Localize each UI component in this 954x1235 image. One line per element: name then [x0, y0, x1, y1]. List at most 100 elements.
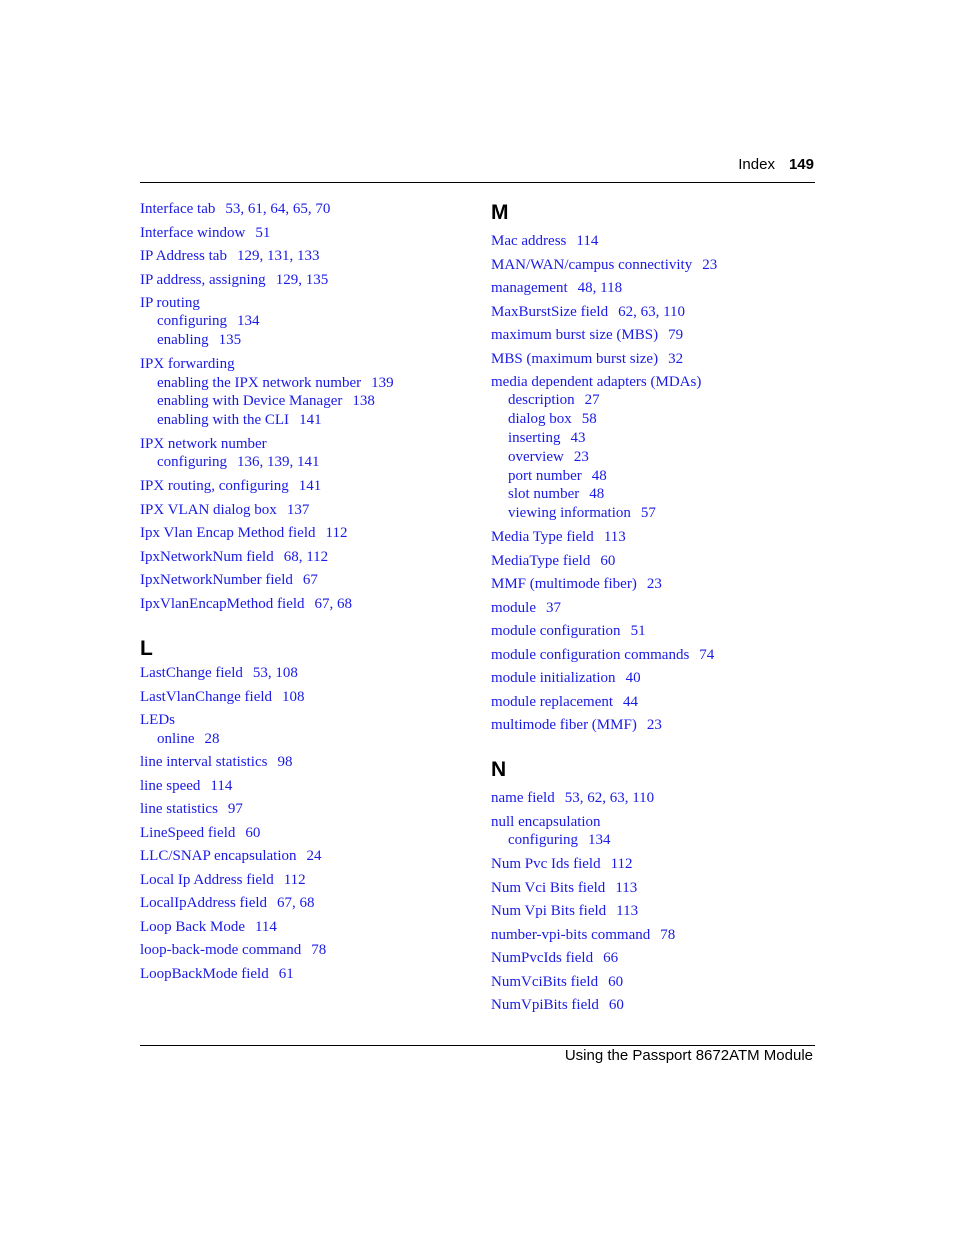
index-page-refs[interactable]: 114 [210, 778, 232, 794]
index-page-refs[interactable]: 23 [574, 449, 589, 465]
index-entry-link[interactable]: media dependent adapters (MDAs) [491, 374, 821, 391]
index-page-refs[interactable]: 23 [702, 257, 717, 273]
index-entry-link[interactable]: module configuration 51 [491, 623, 821, 640]
index-entry-link[interactable]: maximum burst size (MBS) 79 [491, 327, 821, 344]
index-entry-link[interactable]: Loop Back Mode 114 [140, 919, 470, 936]
index-entry-link[interactable]: IPX routing, configuring 141 [140, 478, 470, 495]
index-entry-link[interactable]: MMF (multimode fiber) 23 [491, 576, 821, 593]
index-page-refs[interactable]: 141 [299, 412, 322, 428]
index-entry-link[interactable]: MBS (maximum burst size) 32 [491, 351, 821, 368]
index-page-refs[interactable]: 97 [228, 801, 243, 817]
index-page-refs[interactable]: 78 [311, 942, 326, 958]
index-entry-link[interactable]: MediaType field 60 [491, 553, 821, 570]
index-subentry-link[interactable]: description 27 [491, 391, 821, 410]
index-entry-link[interactable]: LLC/SNAP encapsulation 24 [140, 848, 470, 865]
index-page-refs[interactable]: 48, 118 [578, 280, 622, 296]
index-page-refs[interactable]: 112 [326, 525, 348, 541]
index-page-refs[interactable]: 28 [205, 731, 220, 747]
index-entry-link[interactable]: management 48, 118 [491, 280, 821, 297]
index-subentry-link[interactable]: configuring 134 [491, 831, 821, 850]
index-page-refs[interactable]: 66 [603, 950, 618, 966]
index-subentry-link[interactable]: enabling with Device Manager 138 [140, 392, 470, 411]
index-page-refs[interactable]: 134 [237, 313, 260, 329]
index-page-refs[interactable]: 114 [255, 919, 277, 935]
index-page-refs[interactable]: 51 [631, 623, 646, 639]
index-page-refs[interactable]: 23 [647, 717, 662, 733]
index-entry-link[interactable]: loop-back-mode command 78 [140, 942, 470, 959]
index-page-refs[interactable]: 74 [699, 647, 714, 663]
index-entry-link[interactable]: IPX VLAN dialog box 137 [140, 502, 470, 519]
index-page-refs[interactable]: 51 [255, 225, 270, 241]
index-page-refs[interactable]: 98 [277, 754, 292, 770]
index-page-refs[interactable]: 79 [668, 327, 683, 343]
index-entry-link[interactable]: number-vpi-bits command 78 [491, 927, 821, 944]
index-page-refs[interactable]: 37 [546, 600, 561, 616]
index-entry-link[interactable]: line interval statistics 98 [140, 754, 470, 771]
index-entry-link[interactable]: line speed 114 [140, 778, 470, 795]
index-entry-link[interactable]: Num Pvc Ids field 112 [491, 856, 821, 873]
index-entry-link[interactable]: name field 53, 62, 63, 110 [491, 790, 821, 807]
index-entry-link[interactable]: Local Ip Address field 112 [140, 872, 470, 889]
index-subentry-link[interactable]: overview 23 [491, 448, 821, 467]
index-entry-link[interactable]: module replacement 44 [491, 694, 821, 711]
index-entry-link[interactable]: Mac address 114 [491, 233, 821, 250]
index-entry-link[interactable]: NumVpiBits field 60 [491, 997, 821, 1014]
index-page-refs[interactable]: 113 [615, 880, 637, 896]
index-page-refs[interactable]: 67 [303, 572, 318, 588]
index-page-refs[interactable]: 40 [626, 670, 641, 686]
index-page-refs[interactable]: 27 [585, 392, 600, 408]
index-page-refs[interactable]: 135 [219, 332, 242, 348]
index-entry-link[interactable]: LineSpeed field 60 [140, 825, 470, 842]
index-entry-link[interactable]: Interface tab 53, 61, 64, 65, 70 [140, 201, 470, 218]
index-entry-link[interactable]: Ipx Vlan Encap Method field 112 [140, 525, 470, 542]
index-entry-link[interactable]: module initialization 40 [491, 670, 821, 687]
index-entry-link[interactable]: IpxNetworkNumber field 67 [140, 572, 470, 589]
index-page-refs[interactable]: 32 [668, 351, 683, 367]
index-entry-link[interactable]: NumPvcIds field 66 [491, 950, 821, 967]
index-page-refs[interactable]: 112 [284, 872, 306, 888]
index-subentry-link[interactable]: viewing information 57 [491, 504, 821, 523]
index-entry-link[interactable]: null encapsulation [491, 814, 821, 831]
index-entry-link[interactable]: IpxNetworkNum field 68, 112 [140, 549, 470, 566]
index-entry-link[interactable]: MaxBurstSize field 62, 63, 110 [491, 304, 821, 321]
index-page-refs[interactable]: 53, 61, 64, 65, 70 [225, 201, 330, 217]
index-page-refs[interactable]: 114 [576, 233, 598, 249]
index-subentry-link[interactable]: port number 48 [491, 467, 821, 486]
index-subentry-link[interactable]: enabling with the CLI 141 [140, 411, 470, 430]
index-page-refs[interactable]: 139 [371, 375, 394, 391]
index-entry-link[interactable]: Num Vpi Bits field 113 [491, 903, 821, 920]
index-entry-link[interactable]: LEDs [140, 712, 470, 729]
index-entry-link[interactable]: MAN/WAN/campus connectivity 23 [491, 257, 821, 274]
index-subentry-link[interactable]: enabling 135 [140, 331, 470, 350]
index-page-refs[interactable]: 138 [352, 393, 375, 409]
index-entry-link[interactable]: Interface window 51 [140, 225, 470, 242]
index-page-refs[interactable]: 43 [571, 430, 586, 446]
index-page-refs[interactable]: 113 [616, 903, 638, 919]
index-page-refs[interactable]: 48 [592, 468, 607, 484]
index-page-refs[interactable]: 48 [589, 486, 604, 502]
index-entry-link[interactable]: IP routing [140, 295, 470, 312]
index-subentry-link[interactable]: configuring 136, 139, 141 [140, 453, 470, 472]
index-entry-link[interactable]: module 37 [491, 600, 821, 617]
index-page-refs[interactable]: 60 [600, 553, 615, 569]
index-entry-link[interactable]: IPX forwarding [140, 356, 470, 373]
index-page-refs[interactable]: 23 [647, 576, 662, 592]
index-subentry-link[interactable]: enabling the IPX network number 139 [140, 374, 470, 393]
index-page-refs[interactable]: 129, 131, 133 [237, 248, 320, 264]
index-entry-link[interactable]: Num Vci Bits field 113 [491, 880, 821, 897]
index-page-refs[interactable]: 60 [608, 974, 623, 990]
index-page-refs[interactable]: 62, 63, 110 [618, 304, 685, 320]
index-entry-link[interactable]: module configuration commands 74 [491, 647, 821, 664]
index-subentry-link[interactable]: online 28 [140, 730, 470, 749]
index-page-refs[interactable]: 60 [245, 825, 260, 841]
index-page-refs[interactable]: 24 [307, 848, 322, 864]
index-subentry-link[interactable]: slot number 48 [491, 485, 821, 504]
index-page-refs[interactable]: 136, 139, 141 [237, 454, 320, 470]
index-page-refs[interactable]: 67, 68 [277, 895, 315, 911]
index-entry-link[interactable]: NumVciBits field 60 [491, 974, 821, 991]
index-page-refs[interactable]: 141 [299, 478, 322, 494]
index-entry-link[interactable]: multimode fiber (MMF) 23 [491, 717, 821, 734]
index-entry-link[interactable]: line statistics 97 [140, 801, 470, 818]
index-page-refs[interactable]: 67, 68 [315, 596, 353, 612]
index-page-refs[interactable]: 53, 62, 63, 110 [565, 790, 654, 806]
